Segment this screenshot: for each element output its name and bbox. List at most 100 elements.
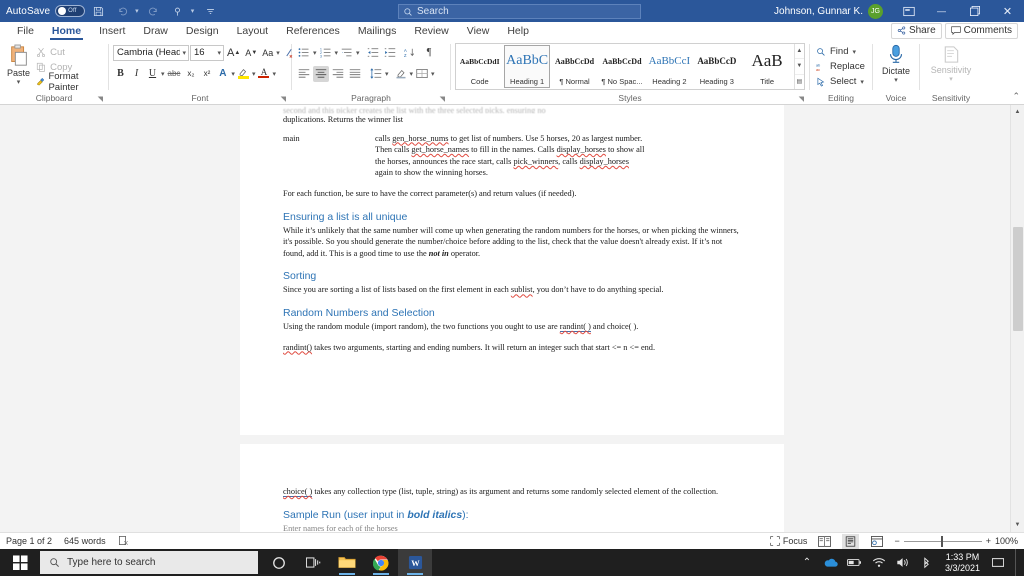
zoom-slider[interactable]: − + 100% [894,536,1018,546]
zoom-track[interactable] [904,541,982,542]
increase-indent-icon[interactable] [382,45,398,61]
superscript-button[interactable]: x² [199,66,214,82]
decrease-indent-icon[interactable] [365,45,381,61]
tab-layout[interactable]: Layout [228,22,278,40]
underline-button[interactable]: U [145,66,160,82]
close-button[interactable]: ✕ [991,0,1024,22]
zoom-thumb[interactable] [941,536,943,547]
style-item-no-spacing[interactable]: AaBbCcDd ¶ No Spac... [599,45,644,88]
numbering-icon[interactable]: 123 [318,45,334,61]
scrollbar-track[interactable] [1011,119,1024,518]
style-item-normal[interactable]: AaBbCcDd ¶ Normal [552,45,597,88]
style-item-heading-1[interactable]: AaBbC Heading 1 [504,45,549,88]
scroll-up-icon[interactable]: ▲ [1011,105,1024,119]
styles-gallery[interactable]: AaBbCcDdI Code AaBbC Heading 1 AaBbCcDd … [455,43,805,90]
tab-file[interactable]: File [8,22,43,40]
borders-icon[interactable] [414,66,430,82]
sort-icon[interactable]: AZ [402,45,418,61]
collapse-ribbon-icon[interactable]: ⌃ [1012,91,1020,102]
shrink-font-button[interactable]: A▼ [243,45,259,61]
word-icon[interactable]: W [398,549,432,576]
bluetooth-icon[interactable] [915,549,939,576]
tab-home[interactable]: Home [43,22,90,40]
tab-references[interactable]: References [277,22,349,40]
font-name-dropdown-icon[interactable]: ▾ [180,49,186,57]
minimize-button[interactable]: — [925,0,958,22]
strikethrough-button[interactable]: abc [166,66,183,82]
tab-help[interactable]: Help [498,22,538,40]
document-page-1[interactable]: second and this picker creates the list … [240,105,784,435]
font-size-combobox[interactable]: 16 ▾ [190,45,224,61]
touch-mode-dropdown-icon[interactable]: ▾ [191,7,195,15]
document-page-2[interactable]: choice( ) takes any collection type (lis… [240,444,784,532]
text-effects-dropdown-icon[interactable]: ▾ [231,70,235,78]
grow-font-button[interactable]: A▲ [225,45,242,61]
italic-button[interactable]: I [129,66,144,82]
select-dropdown-icon[interactable]: ▾ [860,78,864,86]
battery-icon[interactable] [843,549,867,576]
customize-quick-access-icon[interactable] [199,1,221,21]
sensitivity-dropdown-icon[interactable]: ▾ [949,75,953,83]
font-dialog-launcher-icon[interactable]: ◥ [281,94,286,105]
font-color-button[interactable]: A [256,66,271,82]
undo-dropdown-icon[interactable]: ▾ [135,7,139,15]
onedrive-icon[interactable] [819,549,843,576]
change-case-button[interactable]: Aa [260,45,275,61]
align-center-icon[interactable] [313,66,329,82]
file-explorer-icon[interactable] [330,549,364,576]
style-item-code[interactable]: AaBbCcDdI Code [457,45,502,88]
dictate-dropdown-icon[interactable]: ▾ [894,76,898,84]
clipboard-dialog-launcher-icon[interactable]: ◥ [98,94,103,105]
underline-dropdown-icon[interactable]: ▾ [161,70,165,78]
font-name-combobox[interactable]: Cambria (Headin ▾ [113,45,189,61]
bullets-icon[interactable] [296,45,312,61]
taskbar-clock[interactable]: 1:33 PM 3/3/2021 [939,552,986,574]
cut-button[interactable]: Cut [33,45,104,59]
shading-dropdown-icon[interactable]: ▾ [410,70,414,78]
highlight-icon[interactable] [236,66,251,82]
tab-mailings[interactable]: Mailings [349,22,406,40]
align-right-icon[interactable] [330,66,346,82]
tab-insert[interactable]: Insert [90,22,134,40]
align-left-icon[interactable] [296,66,312,82]
bold-button[interactable]: B [113,66,128,82]
show-hidden-icons-icon[interactable]: ⌃ [795,549,819,576]
font-size-dropdown-icon[interactable]: ▾ [215,49,221,57]
tab-design[interactable]: Design [177,22,228,40]
text-effects-button[interactable]: A [215,66,230,82]
tab-view[interactable]: View [458,22,499,40]
styles-more-icon[interactable]: ▤ [795,75,804,89]
multilevel-dropdown-icon[interactable]: ▾ [356,49,360,57]
scroll-down-icon[interactable]: ▼ [1011,518,1024,532]
styles-dialog-launcher-icon[interactable]: ◥ [799,94,804,105]
font-color-dropdown-icon[interactable]: ▾ [272,70,276,78]
undo-icon[interactable] [111,1,133,21]
line-spacing-dropdown-icon[interactable]: ▾ [385,70,389,78]
multilevel-list-icon[interactable] [339,45,355,61]
notifications-icon[interactable] [986,549,1010,576]
shading-icon[interactable] [393,66,409,82]
zoom-level[interactable]: 100% [995,536,1018,546]
touch-mode-icon[interactable] [167,1,189,21]
paste-button[interactable]: Paste ▾ [4,42,33,86]
find-button[interactable]: Find ▾ [814,44,858,59]
paste-dropdown-icon[interactable]: ▾ [17,78,21,86]
justify-icon[interactable] [347,66,363,82]
proofing-errors-icon[interactable] [118,535,129,548]
chrome-icon[interactable] [364,549,398,576]
restore-button[interactable] [958,0,991,22]
task-view-icon[interactable] [296,549,330,576]
share-button[interactable]: Share [891,23,942,39]
bullets-dropdown-icon[interactable]: ▾ [313,49,317,57]
styles-scroll-up-icon[interactable]: ▲ [795,44,804,59]
save-icon[interactable] [87,1,109,21]
zoom-out-button[interactable]: − [894,536,899,546]
autosave-toggle[interactable]: Off [55,5,85,17]
style-item-heading-3[interactable]: AaBbCcD Heading 3 [694,45,739,88]
search-input[interactable]: Search [398,4,641,19]
dictate-button[interactable]: Dictate ▾ [877,42,915,84]
focus-button[interactable]: Focus [770,536,808,546]
change-case-dropdown-icon[interactable]: ▾ [276,49,280,57]
page-indicator[interactable]: Page 1 of 2 [6,536,52,546]
format-painter-button[interactable]: Format Painter [33,75,104,89]
